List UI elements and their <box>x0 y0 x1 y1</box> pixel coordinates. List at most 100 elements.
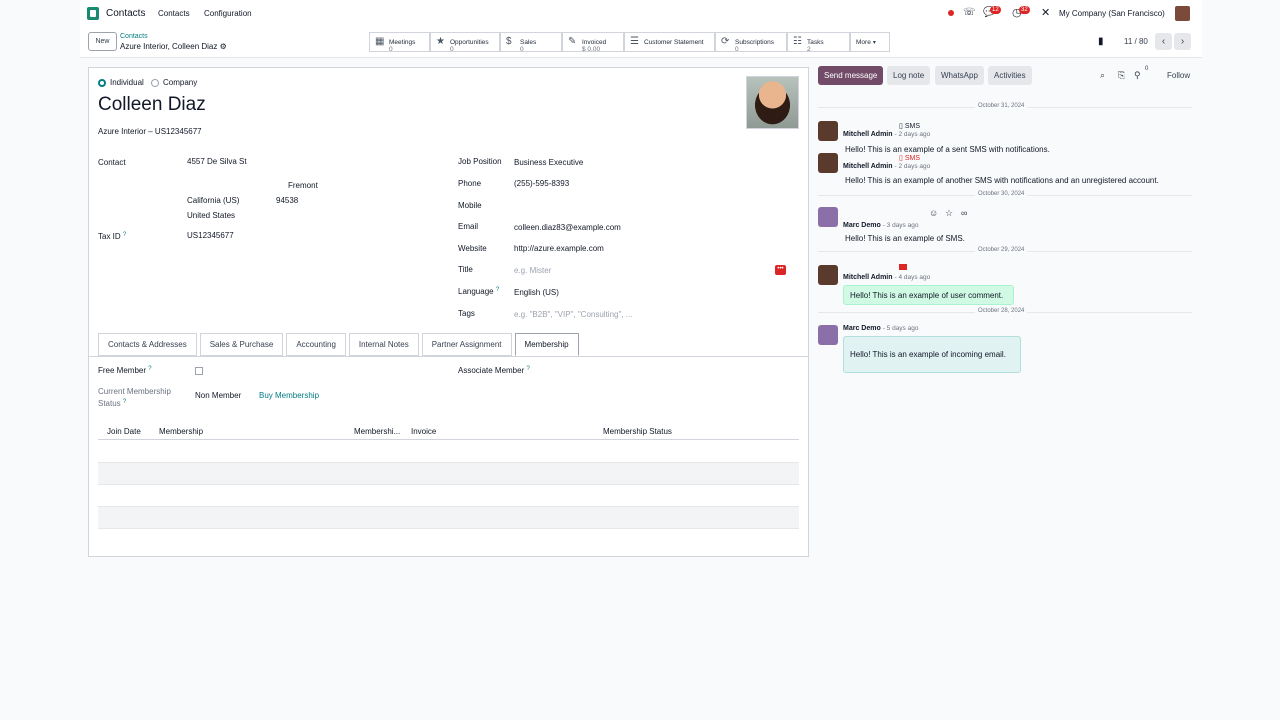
more-label: More <box>856 38 871 46</box>
help-icon[interactable]: ? <box>123 232 126 238</box>
subscriptions-button[interactable]: ⟳ Subscriptions 0 <box>715 32 787 53</box>
title-field[interactable]: e.g. Mister <box>514 266 551 275</box>
company-switcher[interactable]: My Company (San Francisco) <box>1059 9 1165 18</box>
company-field[interactable]: Azure Interior – US12345677 <box>98 127 202 136</box>
add-reaction-icon[interactable]: ☺ <box>929 208 938 218</box>
contact-photo[interactable] <box>746 76 799 129</box>
contact-form-sheet: Individual Company Colleen Diaz Azure In… <box>88 67 809 557</box>
new-button[interactable]: New <box>88 32 117 51</box>
status-label-text: Status <box>98 399 121 408</box>
sales-button[interactable]: $ Sales 0 <box>500 32 562 53</box>
customer-statement-button[interactable]: ☰ Customer Statement <box>624 32 715 52</box>
star-icon[interactable]: ☆ <box>945 208 953 219</box>
author-name[interactable]: Marc Demo <box>843 325 881 332</box>
avatar[interactable] <box>818 121 838 141</box>
tax-id-field[interactable]: US12345677 <box>187 231 234 240</box>
job-position-field[interactable]: Business Executive <box>514 158 583 167</box>
log-note-button[interactable]: Log note <box>887 66 931 85</box>
more-button[interactable]: More ▾ <box>850 32 890 52</box>
pager-next-button[interactable]: › <box>1174 33 1191 50</box>
author-name[interactable]: Mitchell Admin <box>843 163 893 170</box>
col-invoice[interactable]: Invoice <box>411 427 436 436</box>
author-name[interactable]: Marc Demo <box>843 222 881 229</box>
record-dot-icon[interactable] <box>948 10 954 16</box>
opportunities-button[interactable]: ★ Opportunities 0 <box>430 32 500 53</box>
pager-previous-button[interactable]: ‹ <box>1155 33 1172 50</box>
language-field[interactable]: English (US) <box>514 288 559 297</box>
street-field[interactable]: 4557 De Silva St <box>187 157 247 166</box>
avatar[interactable] <box>818 153 838 173</box>
tasks-icon: ☷ <box>793 36 802 47</box>
avatar[interactable] <box>818 265 838 285</box>
bookmark-icon[interactable]: ▮ <box>1098 36 1104 47</box>
tab-sales-purchase[interactable]: Sales & Purchase <box>199 333 284 356</box>
tags-field[interactable]: e.g. "B2B", "VIP", "Consulting", ... <box>514 310 632 319</box>
invoiced-amount: $ 0.00 <box>582 45 601 53</box>
state-field[interactable]: California (US) <box>187 196 239 205</box>
tasks-button[interactable]: ☷ Tasks 2 <box>787 32 850 53</box>
free-member-label: Free Member ? <box>98 366 152 375</box>
app-name[interactable]: Contacts <box>106 8 145 19</box>
contact-name[interactable]: Colleen Diaz <box>98 94 206 116</box>
col-membership-fee[interactable]: Membershi... <box>354 427 400 436</box>
tab-membership[interactable]: Membership <box>514 333 579 356</box>
menu-contacts[interactable]: Contacts <box>158 9 190 18</box>
author-name[interactable]: Mitchell Admin <box>843 274 893 281</box>
meetings-button[interactable]: ▦ Meetings 0 <box>369 32 430 53</box>
user-avatar[interactable] <box>1175 6 1190 21</box>
city-field[interactable]: Fremont <box>288 181 318 190</box>
tab-internal-notes[interactable]: Internal Notes <box>348 333 419 356</box>
country-field[interactable]: United States <box>187 211 235 220</box>
radio-company[interactable]: Company <box>151 78 197 87</box>
contacts-app-icon[interactable] <box>87 7 99 20</box>
language-label-text: Language <box>458 287 494 296</box>
contact-label: Contact <box>98 158 126 167</box>
tasks-count: 2 <box>807 45 811 53</box>
pager-value[interactable]: 11 / 80 <box>1124 37 1148 46</box>
message-bubble: Hello! This is an example of user commen… <box>843 285 1014 305</box>
col-join-date[interactable]: Join Date <box>107 427 141 436</box>
more-actions-icon[interactable]: ••• <box>775 265 786 275</box>
tab-accounting[interactable]: Accounting <box>286 333 346 356</box>
author-name[interactable]: Mitchell Admin <box>843 131 893 138</box>
col-membership-status[interactable]: Membership Status <box>603 427 672 436</box>
tab-partner-assignment[interactable]: Partner Assignment <box>421 333 512 356</box>
phone-field[interactable]: (255)-595-8393 <box>514 179 569 188</box>
help-icon[interactable]: ? <box>148 366 151 372</box>
radio-individual-label: Individual <box>110 78 144 87</box>
followers-icon[interactable]: ⚲ <box>1134 70 1141 81</box>
membership-table-header: Join Date Membership Membershi... Invoic… <box>98 423 799 440</box>
send-message-button[interactable]: Send message <box>818 66 884 85</box>
refresh-icon: ⟳ <box>721 36 730 47</box>
activities-button[interactable]: Activities <box>988 66 1032 85</box>
list-icon: ☰ <box>630 36 639 47</box>
zip-field[interactable]: 94538 <box>276 196 298 205</box>
tab-contacts-addresses[interactable]: Contacts & Addresses <box>98 333 197 356</box>
col-membership[interactable]: Membership <box>159 427 203 436</box>
avatar[interactable] <box>818 325 838 345</box>
phone-icon[interactable]: ☏ <box>963 7 976 18</box>
tab-divider <box>89 356 808 357</box>
message-bubble: Hello! This is an example of incoming em… <box>843 336 1021 373</box>
avatar[interactable] <box>818 207 838 227</box>
menu-configuration[interactable]: Configuration <box>204 9 252 18</box>
debug-tools-icon[interactable]: ✕ <box>1041 6 1050 19</box>
buy-membership-button[interactable]: Buy Membership <box>259 391 319 400</box>
customer-statement-label: Customer Statement <box>644 38 704 46</box>
email-field[interactable]: colleen.diaz83@example.com <box>514 223 621 232</box>
link-icon[interactable]: ∞ <box>961 208 967 218</box>
free-member-checkbox[interactable] <box>195 367 203 375</box>
radio-individual[interactable]: Individual <box>98 78 144 87</box>
paperclip-icon[interactable]: ⎘ <box>1118 70 1125 81</box>
help-icon[interactable]: ? <box>526 366 529 372</box>
search-icon[interactable]: ⌕ <box>1100 70 1105 81</box>
website-field[interactable]: http://azure.example.com <box>514 244 604 253</box>
follow-button[interactable]: Follow <box>1167 71 1190 80</box>
gear-icon[interactable]: ⚙ <box>220 42 227 51</box>
invoiced-button[interactable]: ✎ Invoiced $ 0.00 <box>562 32 624 53</box>
whatsapp-button[interactable]: WhatsApp <box>935 66 984 85</box>
help-icon[interactable]: ? <box>496 287 499 293</box>
tax-id-label: Tax ID ? <box>98 232 126 241</box>
breadcrumb-contacts[interactable]: Contacts <box>120 33 148 40</box>
help-icon[interactable]: ? <box>123 399 126 405</box>
